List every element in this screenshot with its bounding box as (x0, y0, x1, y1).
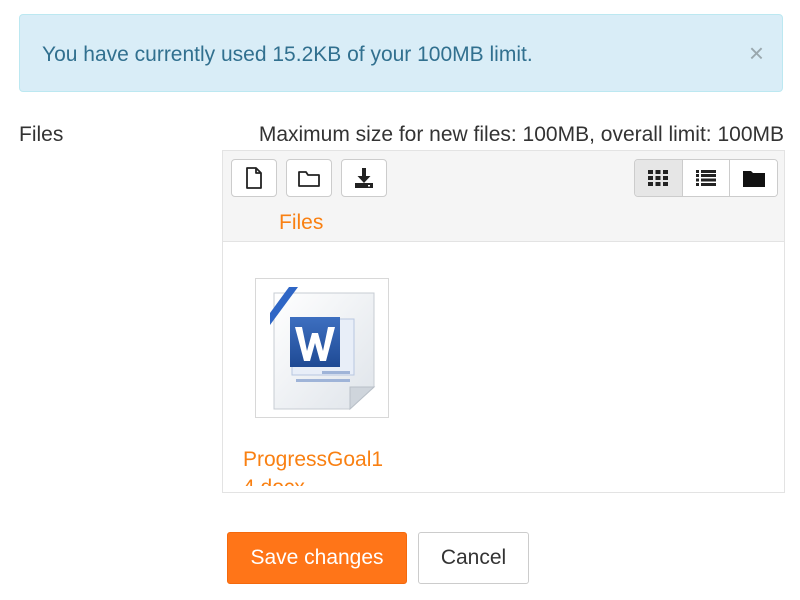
download-all-button[interactable] (341, 159, 387, 197)
create-folder-icon (298, 171, 320, 187)
add-file-button[interactable] (231, 159, 277, 197)
save-changes-button[interactable]: Save changes (227, 532, 407, 584)
file-area: ProgressGoal14.docx (223, 242, 784, 492)
tree-view-icon (742, 171, 765, 187)
storage-usage-alert: You have currently used 15.2KB of your 1… (19, 14, 783, 92)
max-size-info: Maximum size for new files: 100MB, overa… (258, 123, 784, 146)
file-manager-toolbar: Files (223, 151, 784, 242)
cancel-button[interactable]: Cancel (418, 532, 529, 584)
icons-view-button[interactable] (635, 160, 682, 196)
close-icon[interactable]: × (749, 39, 764, 67)
files-field-label: Files (19, 123, 64, 146)
download-icon (355, 168, 373, 188)
file-name-link[interactable]: ProgressGoal14.docx (243, 446, 393, 486)
file-manager: Files ProgressGoal1 (222, 150, 785, 493)
file-thumbnail[interactable] (255, 278, 389, 418)
view-mode-switcher (634, 159, 778, 197)
storage-usage-message: You have currently used 15.2KB of your 1… (42, 43, 533, 66)
list-view-icon (696, 170, 716, 186)
tree-view-button[interactable] (729, 160, 777, 196)
list-view-button[interactable] (681, 160, 730, 196)
add-file-icon (246, 167, 262, 189)
path-breadcrumb-files[interactable]: Files (279, 211, 323, 235)
word-document-icon (270, 287, 376, 411)
create-folder-button[interactable] (286, 159, 332, 197)
icons-view-icon (648, 170, 669, 186)
